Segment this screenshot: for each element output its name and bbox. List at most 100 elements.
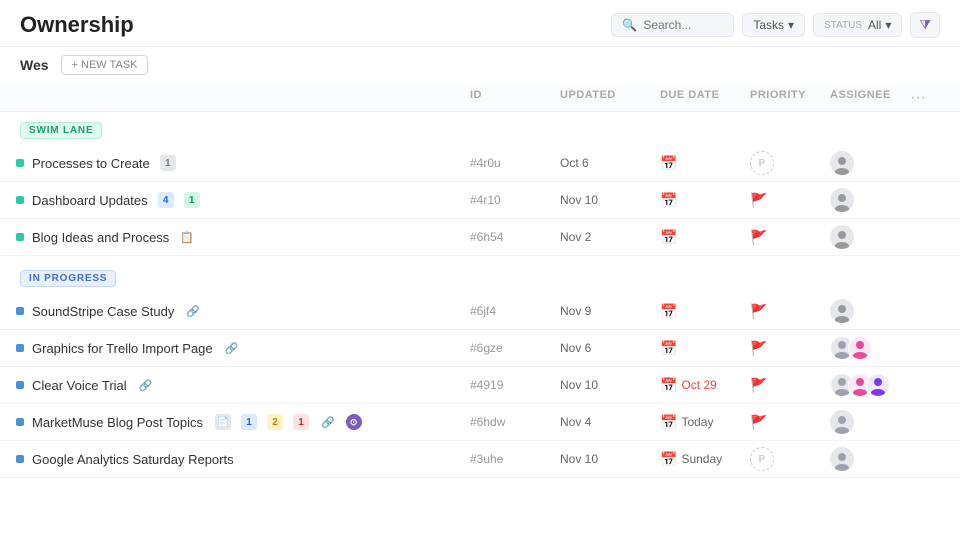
task-name: Processes to Create xyxy=(32,156,150,171)
calendar-icon: 📅 xyxy=(660,303,677,320)
priority-cell: 🚩 xyxy=(750,414,830,431)
task-updated: Nov 10 xyxy=(560,378,660,392)
due-date-sunday: Sunday xyxy=(681,452,722,466)
task-name: Graphics for Trello Import Page xyxy=(32,341,213,356)
chevron-down-icon: ▾ xyxy=(885,18,891,32)
priority-flag: 🚩 xyxy=(750,192,767,209)
task-name: Dashboard Updates xyxy=(32,193,148,208)
link-icon: 🔗 xyxy=(321,416,335,429)
swim-lane-label: SWIM LANE xyxy=(0,112,960,145)
page-title: Ownership xyxy=(20,12,134,38)
task-id: #6h54 xyxy=(470,230,560,244)
status-dot xyxy=(16,381,24,389)
search-input[interactable] xyxy=(643,18,723,32)
task-badge-2: 2 xyxy=(267,414,283,430)
filter-button[interactable]: ⧩ xyxy=(910,12,940,38)
link-icon: 🔗 xyxy=(186,305,200,318)
app-container: Ownership 🔍 Tasks ▾ STATUS All ▾ ⧩ Wes +… xyxy=(0,0,960,540)
table-row[interactable]: MarketMuse Blog Post Topics 📄 1 2 1 🔗 ⊙ … xyxy=(0,404,960,441)
task-badge-1b: 1 xyxy=(293,414,309,430)
priority-cell: P xyxy=(750,151,830,175)
col-priority: PRIORITY xyxy=(750,89,830,107)
task-name: Blog Ideas and Process xyxy=(32,230,169,245)
task-name-cell: Dashboard Updates 4 1 xyxy=(16,192,470,208)
avatar xyxy=(830,225,854,249)
col-assignee: ASSIGNEE xyxy=(830,89,910,107)
status-filter[interactable]: STATUS All ▾ xyxy=(813,13,902,37)
table-row[interactable]: Clear Voice Trial 🔗 #4919 Nov 10 📅 Oct 2… xyxy=(0,367,960,404)
priority-cell: 🚩 xyxy=(750,303,830,320)
priority-cell: 🚩 xyxy=(750,192,830,209)
status-dot xyxy=(16,418,24,426)
task-updated: Oct 6 xyxy=(560,156,660,170)
calendar-icon: 📅 xyxy=(660,340,677,357)
task-badge: 1 xyxy=(160,155,176,171)
task-name-cell: MarketMuse Blog Post Topics 📄 1 2 1 🔗 ⊙ xyxy=(16,414,470,430)
calendar-icon: 📅 xyxy=(660,155,677,172)
tasks-dropdown[interactable]: Tasks ▾ xyxy=(742,13,805,37)
table-header: ID UPDATED DUE DATE PRIORITY ASSIGNEE ··… xyxy=(0,83,960,112)
assignee-cell xyxy=(830,151,910,175)
priority-flag: 🚩 xyxy=(750,377,767,394)
task-name-cell: Clear Voice Trial 🔗 xyxy=(16,378,470,393)
table-row[interactable]: Graphics for Trello Import Page 🔗 #6gze … xyxy=(0,330,960,367)
due-date-today: Today xyxy=(681,415,713,429)
due-date-cell: 📅 xyxy=(660,303,750,320)
col-updated: UPDATED xyxy=(560,89,660,107)
task-badge-2: 1 xyxy=(184,192,200,208)
due-date-cell: 📅 xyxy=(660,155,750,172)
search-icon: 🔍 xyxy=(622,18,637,32)
task-updated: Nov 2 xyxy=(560,230,660,244)
task-name: Google Analytics Saturday Reports xyxy=(32,452,234,467)
in-progress-label: IN PROGRESS xyxy=(0,260,960,293)
header-controls: 🔍 Tasks ▾ STATUS All ▾ ⧩ xyxy=(611,12,940,38)
task-name: SoundStripe Case Study xyxy=(32,304,174,319)
task-updated: Nov 9 xyxy=(560,304,660,318)
priority-flag: 🚩 xyxy=(750,303,767,320)
task-id: #4919 xyxy=(470,378,560,392)
task-badge-1: 1 xyxy=(241,414,257,430)
task-id: #6hdw xyxy=(470,415,560,429)
search-box[interactable]: 🔍 xyxy=(611,13,734,37)
assignee-cell xyxy=(830,410,910,434)
assignee-cell xyxy=(830,336,910,360)
avatar xyxy=(830,410,854,434)
table-row[interactable]: SoundStripe Case Study 🔗 #6jf4 Nov 9 📅 🚩 xyxy=(0,293,960,330)
priority-placeholder: P xyxy=(750,447,774,471)
avatar xyxy=(830,188,854,212)
content-area: SWIM LANE Processes to Create 1 #4r0u Oc… xyxy=(0,112,960,540)
status-dot xyxy=(16,159,24,167)
table-row[interactable]: Google Analytics Saturday Reports #3uhe … xyxy=(0,441,960,478)
avatar xyxy=(830,151,854,175)
table-row[interactable]: Dashboard Updates 4 1 #4r10 Nov 10 📅 🚩 xyxy=(0,182,960,219)
link-icon: 🔗 xyxy=(139,379,153,392)
header: Ownership 🔍 Tasks ▾ STATUS All ▾ ⧩ xyxy=(0,0,960,47)
chevron-down-icon: ▾ xyxy=(788,18,794,32)
task-name-cell: SoundStripe Case Study 🔗 xyxy=(16,304,470,319)
avatar xyxy=(830,299,854,323)
new-task-button[interactable]: + NEW TASK xyxy=(61,55,149,75)
col-due-date: DUE DATE xyxy=(660,89,750,107)
due-date-cell: 📅 Sunday xyxy=(660,451,750,468)
assignee-cell xyxy=(830,225,910,249)
status-dot xyxy=(16,196,24,204)
funnel-icon: ⧩ xyxy=(919,17,931,32)
priority-flag: 🚩 xyxy=(750,229,767,246)
task-id: #6jf4 xyxy=(470,304,560,318)
task-updated: Nov 10 xyxy=(560,452,660,466)
assignee-cell xyxy=(830,299,910,323)
more-options-button[interactable]: ··· xyxy=(910,89,940,107)
table-row[interactable]: Blog Ideas and Process 📋 #6h54 Nov 2 📅 🚩 xyxy=(0,219,960,256)
task-updated: Nov 6 xyxy=(560,341,660,355)
task-badge-doc: 📄 xyxy=(215,414,231,430)
priority-placeholder: P xyxy=(750,151,774,175)
task-id: #6gze xyxy=(470,341,560,355)
user-label: Wes xyxy=(20,57,49,73)
status-dot xyxy=(16,344,24,352)
calendar-icon: 📅 xyxy=(660,229,677,246)
table-row[interactable]: Processes to Create 1 #4r0u Oct 6 📅 P xyxy=(0,145,960,182)
assignee-cell xyxy=(830,373,910,397)
task-updated: Nov 10 xyxy=(560,193,660,207)
priority-cell: 🚩 xyxy=(750,229,830,246)
avatar-2 xyxy=(848,336,872,360)
